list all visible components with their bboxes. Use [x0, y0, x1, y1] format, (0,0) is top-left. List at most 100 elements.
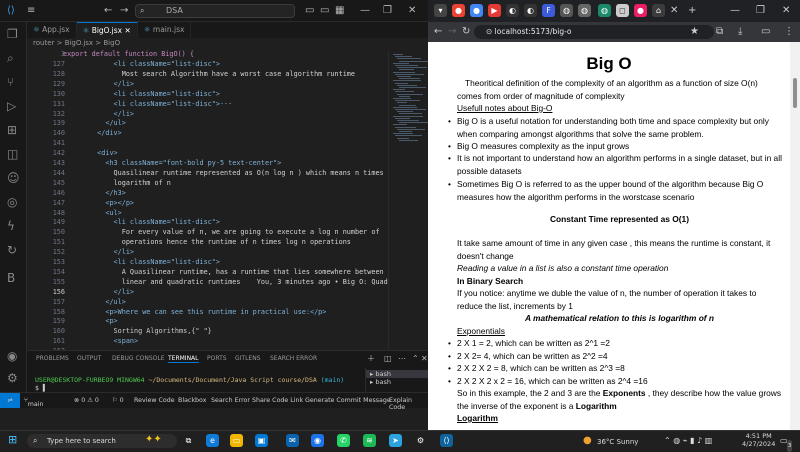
profile-icon[interactable]: ▭: [761, 26, 770, 38]
split-terminal-icon[interactable]: ◫: [384, 353, 392, 365]
panel-tab-ports[interactable]: PORTS: [207, 355, 227, 362]
tab-bigo-jsx[interactable]: ⚛ BigO.jsx ✕: [76, 22, 138, 38]
windows-start-icon[interactable]: ⊞: [8, 434, 17, 446]
close-icon[interactable]: ✕: [408, 5, 416, 17]
explorer-icon[interactable]: ❐: [7, 28, 18, 40]
lightning-icon[interactable]: ϟ: [7, 220, 15, 232]
back-arrow-icon[interactable]: ←: [434, 26, 442, 38]
tab-app-jsx[interactable]: ⚛ App.jsx: [27, 22, 77, 38]
menu-icon[interactable]: ≡: [27, 5, 35, 17]
extensions-icon[interactable]: ⧉: [716, 26, 723, 38]
search-view-icon[interactable]: ⌕: [7, 52, 14, 64]
toggle-panel-icon[interactable]: ▭: [320, 5, 329, 17]
edge-icon[interactable]: e: [206, 434, 219, 447]
tab-favicon-icon[interactable]: F: [542, 4, 555, 17]
tab-favicon-icon[interactable]: ◍: [560, 4, 573, 17]
maximize-panel-icon[interactable]: ⌃: [412, 353, 419, 365]
problems-status[interactable]: ⊗ 0 ⚠ 0: [74, 397, 99, 404]
copilot-icon[interactable]: ☺: [7, 172, 20, 184]
remote-indicator-icon[interactable]: ⇌: [0, 393, 20, 408]
settings-gear-icon[interactable]: ⚙: [7, 372, 18, 384]
forward-arrow-icon[interactable]: →: [120, 5, 128, 17]
code-editor[interactable]: 3 export default function BigO() { 127 <…: [27, 50, 388, 355]
tab-favicon-icon[interactable]: ●: [634, 4, 647, 17]
forward-arrow-icon[interactable]: →: [448, 26, 456, 38]
task-view-icon[interactable]: ⧉: [182, 434, 195, 447]
new-terminal-icon[interactable]: ＋: [367, 353, 375, 365]
reload-icon[interactable]: ↻: [462, 26, 470, 38]
refresh-icon[interactable]: ↻: [7, 244, 17, 256]
toggle-sidebar-icon[interactable]: ▭: [305, 5, 314, 17]
clock[interactable]: 4:51 PM 4/27/2024: [742, 432, 775, 448]
more-menu-icon[interactable]: ⋮: [784, 26, 794, 38]
tab-search-icon[interactable]: ▾: [434, 4, 447, 17]
branch-status[interactable]: ⑂ main: [24, 397, 44, 408]
maximize-icon[interactable]: ❐: [383, 5, 392, 17]
tab-main-jsx[interactable]: ⚛ main.jsx: [138, 22, 192, 38]
tab-github-icon[interactable]: ◐: [506, 4, 519, 17]
downloads-icon[interactable]: ⤓: [738, 26, 742, 38]
account-icon[interactable]: ◉: [7, 350, 17, 362]
page-scrollbar[interactable]: [790, 42, 800, 430]
vscode-taskbar-icon[interactable]: ⟨⟩: [440, 434, 453, 447]
tab-favicon-icon[interactable]: ●: [452, 4, 465, 17]
close-panel-icon[interactable]: ✕: [421, 353, 428, 365]
spotify-icon[interactable]: ≋: [363, 434, 376, 447]
source-control-icon[interactable]: ⑂: [7, 76, 14, 88]
maximize-icon[interactable]: ❐: [756, 5, 765, 17]
generate-commit-button[interactable]: Generate Commit Message: [305, 397, 391, 404]
close-icon[interactable]: ✕: [782, 5, 790, 17]
extensions-icon[interactable]: ⊞: [7, 124, 17, 136]
review-code-button[interactable]: Review Code: [134, 397, 175, 404]
panel-tab-output[interactable]: OUTPUT: [77, 355, 101, 362]
panel-tab-search-error[interactable]: SEARCH ERROR: [270, 355, 317, 362]
terminal-item[interactable]: ▸ bash: [366, 370, 428, 378]
breadcrumb[interactable]: router > BigO.jsx > BigO: [33, 39, 120, 47]
command-search-input[interactable]: DSA: [135, 4, 295, 18]
tab-favicon-icon[interactable]: ◐: [524, 4, 537, 17]
weather-text[interactable]: 36°C Sunny: [597, 436, 638, 448]
settings-icon[interactable]: ⚙: [414, 434, 427, 447]
site-info-icon[interactable]: ⊙: [486, 27, 495, 36]
file-explorer-icon[interactable]: ▭: [230, 434, 243, 447]
new-tab-icon[interactable]: +: [688, 5, 696, 17]
layout-icon[interactable]: ▦: [335, 5, 344, 17]
tab-favicon-icon[interactable]: ◻: [616, 4, 629, 17]
blackbox-icon[interactable]: B: [7, 272, 15, 284]
minimap[interactable]: [388, 50, 430, 350]
blackbox-button[interactable]: Blackbox: [178, 397, 206, 404]
address-bar[interactable]: ⊙ localhost:5173/big-o: [474, 25, 714, 39]
terminal-prompt[interactable]: USER@DESKTOP-FURBEO9 MINGW64 ~/Documents…: [35, 376, 344, 384]
close-tab-icon[interactable]: ✕: [670, 5, 678, 17]
chrome-icon[interactable]: ◉: [311, 434, 324, 447]
terminal-item[interactable]: ▸ bash: [366, 378, 428, 386]
scrollbar-thumb[interactable]: [793, 78, 797, 108]
panel-tab-gitlens[interactable]: GITLENS: [235, 355, 261, 362]
panel-tab-terminal[interactable]: TERMINAL: [168, 355, 199, 363]
system-tray-icons[interactable]: ⌃ ◍ ⌁ ▮ ♪ ▥: [664, 435, 712, 447]
terminal-input[interactable]: $ ▌: [35, 384, 47, 392]
minimize-icon[interactable]: —: [730, 5, 740, 17]
explain-code-button[interactable]: Explain Code: [389, 397, 428, 411]
ports-status[interactable]: ⚐ 0: [112, 397, 124, 404]
panel-tab-debug-console[interactable]: DEBUG CONSOLE: [112, 355, 165, 362]
active-tab[interactable]: ⌂: [652, 4, 665, 17]
close-tab-icon[interactable]: ✕: [124, 26, 130, 35]
panel-tab-problems[interactable]: PROBLEMS: [36, 355, 69, 362]
tab-favicon-icon[interactable]: ◍: [598, 4, 611, 17]
search-error-button[interactable]: Search Error: [211, 397, 250, 404]
mail-icon[interactable]: ✉: [286, 434, 299, 447]
gitlens-icon[interactable]: ◎: [7, 196, 17, 208]
telegram-icon[interactable]: ➤: [389, 434, 402, 447]
whatsapp-icon[interactable]: ✆: [337, 434, 350, 447]
tab-favicon-icon[interactable]: ◍: [578, 4, 591, 17]
store-icon[interactable]: ▣: [255, 434, 268, 447]
bookmark-star-icon[interactable]: ★: [690, 26, 699, 38]
run-debug-icon[interactable]: ▷: [7, 100, 16, 112]
more-icon[interactable]: ⋯: [398, 353, 406, 365]
tab-favicon-icon[interactable]: ●: [470, 4, 483, 17]
back-arrow-icon[interactable]: ←: [104, 5, 112, 17]
remote-icon[interactable]: ◫: [7, 148, 18, 160]
tab-youtube-icon[interactable]: ▶: [488, 4, 501, 17]
share-code-link-button[interactable]: Share Code Link: [252, 397, 303, 404]
